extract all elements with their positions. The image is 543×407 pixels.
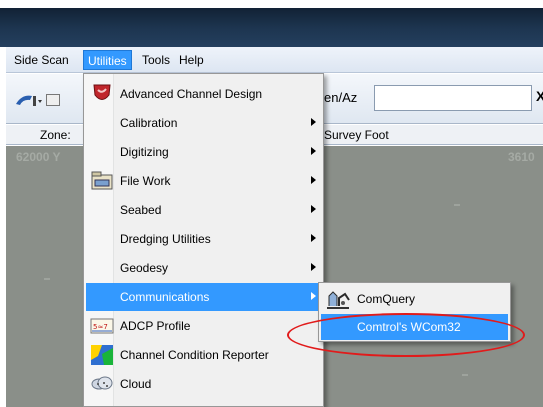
submenu-item-label: ComQuery — [357, 292, 416, 306]
zone-label: Zone: — [40, 128, 71, 142]
menu-item-label: Cloud — [120, 377, 152, 391]
menu-item-label: File Work — [120, 174, 171, 188]
en-az-label: en/Az — [324, 90, 358, 105]
menu-item-cloud[interactable]: Cloud — [86, 370, 322, 398]
title-bar-top-strip — [0, 0, 543, 8]
menu-item-label: Calibration — [120, 116, 178, 130]
menu-item-label: Geodesy — [120, 261, 169, 275]
close-icon[interactable]: X — [536, 88, 543, 104]
channel-design-icon — [93, 84, 111, 100]
utilities-dropdown-menu: Advanced Channel Design Calibration Digi… — [83, 73, 324, 407]
map-coord-right: 3610 — [508, 150, 535, 164]
map-marker — [462, 374, 468, 376]
file-work-icon — [91, 171, 113, 190]
menu-item-label: ADCP Profile — [120, 319, 191, 333]
menu-item-advanced-channel-design[interactable]: Advanced Channel Design — [86, 80, 322, 108]
svg-text:5≈7: 5≈7 — [93, 323, 108, 331]
submenu-arrow-icon — [311, 176, 316, 184]
menu-help[interactable]: Help — [175, 50, 208, 70]
menu-bar: Side Scan Utilities Tools Help — [6, 47, 543, 73]
menu-item-label: Digitizing — [120, 145, 169, 159]
submenu-arrow-icon — [311, 118, 316, 126]
submenu-arrow-icon — [311, 292, 316, 300]
units-label: Survey Foot — [324, 128, 389, 142]
menu-item-dredging-utilities[interactable]: Dredging Utilities — [86, 225, 322, 253]
menu-item-label: Advanced Channel Design — [120, 87, 263, 101]
menu-item-geodesy[interactable]: Geodesy — [86, 254, 322, 282]
menu-item-file-work[interactable]: File Work — [86, 167, 322, 195]
menu-item-label: Communications — [120, 290, 210, 304]
menu-item-label: Channel Condition Reporter — [120, 348, 269, 362]
menu-tools[interactable]: Tools — [138, 50, 174, 70]
submenu-arrow-icon — [311, 147, 316, 155]
menu-item-seabed[interactable]: Seabed — [86, 196, 322, 224]
submenu-item-comquery[interactable]: ComQuery — [321, 286, 508, 312]
menu-item-calibration[interactable]: Calibration — [86, 109, 322, 137]
map-marker — [454, 204, 460, 206]
menu-side-scan[interactable]: Side Scan — [10, 50, 73, 70]
map-coord-left: 62000 Y — [16, 150, 61, 164]
menu-utilities[interactable]: Utilities — [83, 50, 132, 70]
menu-item-communications[interactable]: Communications — [86, 283, 322, 311]
menu-item-digitizing[interactable]: Digitizing — [86, 138, 322, 166]
annotation-circle — [287, 313, 525, 357]
map-marker — [44, 278, 50, 280]
cloud-icon — [91, 376, 113, 390]
menu-item-label: Dredging Utilities — [120, 232, 211, 246]
window-title-bar — [0, 0, 543, 47]
channel-condition-icon — [91, 345, 113, 365]
comquery-icon — [327, 291, 350, 309]
navigation-arrow-icon[interactable] — [14, 92, 42, 110]
menu-item-label: Seabed — [120, 203, 162, 217]
toolbar-doc-icon[interactable] — [46, 94, 60, 106]
submenu-arrow-icon — [311, 234, 316, 242]
submenu-arrow-icon — [311, 205, 316, 213]
en-az-input[interactable] — [374, 85, 532, 111]
submenu-arrow-icon — [311, 263, 316, 271]
adcp-profile-icon: 5≈7 — [90, 318, 114, 334]
menu-item-channel-condition-reporter[interactable]: Channel Condition Reporter — [86, 341, 322, 369]
